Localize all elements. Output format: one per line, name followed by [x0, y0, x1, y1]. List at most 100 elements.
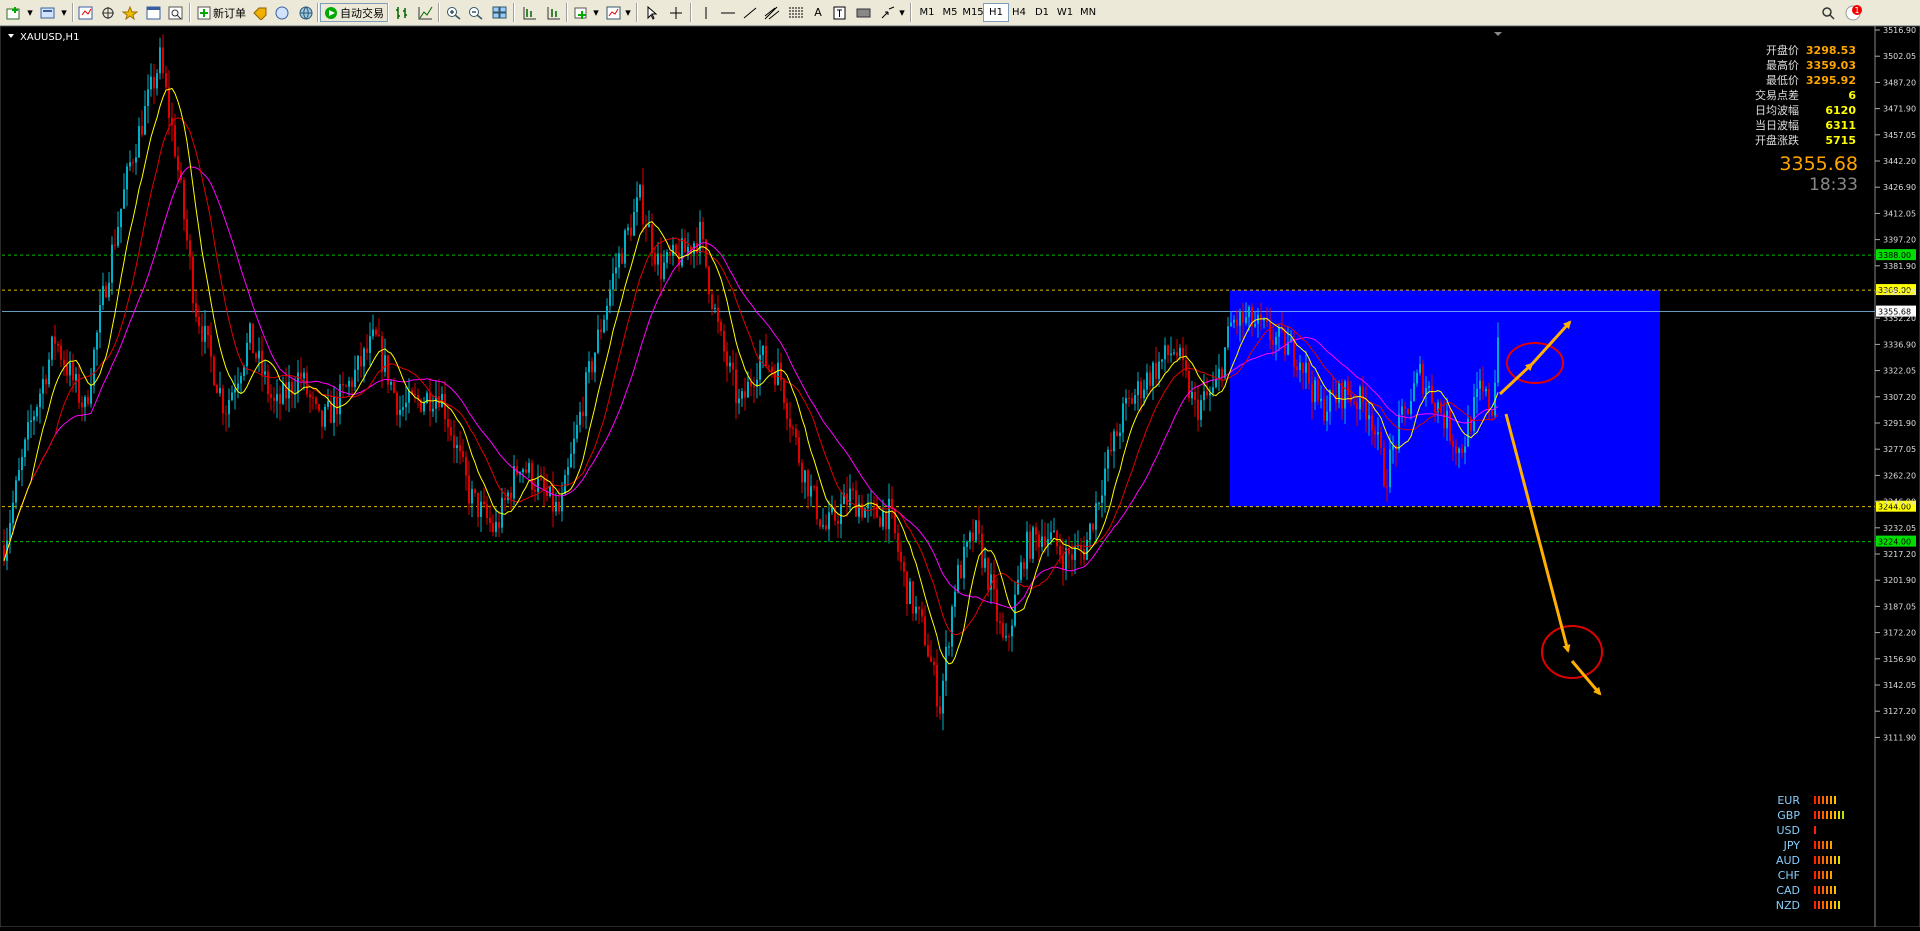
chart-shift-icon[interactable] — [520, 3, 540, 22]
data-window-icon[interactable] — [98, 3, 118, 22]
candle-body — [921, 609, 923, 617]
candle-body — [1203, 391, 1205, 401]
candle-body — [1134, 395, 1136, 404]
currency-name: EUR — [1777, 794, 1800, 807]
horizontal-line-icon[interactable] — [718, 3, 738, 22]
candle-body — [717, 307, 719, 322]
candle-body — [855, 490, 857, 517]
candle-body — [99, 305, 101, 333]
zoom-in-icon[interactable] — [444, 3, 464, 22]
strength-bar — [1834, 796, 1836, 804]
search-icon[interactable] — [1818, 3, 1838, 22]
vertical-line-icon[interactable] — [696, 3, 716, 22]
candle-body — [198, 316, 200, 327]
timeframe-mn-button[interactable]: MN — [1075, 3, 1101, 22]
candle-body — [777, 362, 779, 385]
text-label-icon[interactable] — [830, 3, 850, 22]
candle-body — [1230, 322, 1232, 327]
candle-body — [879, 517, 881, 527]
market-watch-icon[interactable] — [76, 3, 96, 22]
strength-bar — [1834, 811, 1836, 819]
indicators-icon[interactable] — [572, 3, 592, 22]
cursor-icon[interactable] — [642, 3, 662, 22]
price-axis-label: 3246.90 — [1883, 498, 1916, 507]
candle-body — [525, 469, 527, 473]
text-tool-icon[interactable]: A — [808, 3, 828, 22]
chevron-down-icon[interactable]: ▾ — [622, 3, 634, 22]
candle-body — [831, 507, 833, 513]
rectangle-tool-icon[interactable] — [854, 3, 874, 22]
trendline-icon[interactable] — [740, 3, 760, 22]
candle-body — [282, 382, 284, 404]
candle-body — [1197, 399, 1199, 420]
fibonacci-icon[interactable] — [786, 3, 806, 22]
price-axis-label: 3217.20 — [1883, 550, 1916, 559]
arrows-icon[interactable] — [878, 3, 898, 22]
chevron-down-icon[interactable]: ▾ — [896, 3, 908, 22]
candle-body — [132, 162, 134, 164]
candle-body — [1218, 368, 1220, 380]
strength-bar — [1814, 871, 1816, 879]
chevron-down-icon[interactable]: ▾ — [590, 3, 602, 22]
auto-scroll-icon[interactable] — [544, 3, 564, 22]
line-chart-icon[interactable] — [416, 3, 436, 22]
candle-body — [117, 226, 119, 246]
candle-body — [750, 381, 752, 387]
bar-chart-icon[interactable] — [392, 3, 412, 22]
candle-body — [1191, 392, 1193, 399]
candle-body — [807, 470, 809, 497]
tag-icon[interactable] — [250, 3, 270, 22]
navigator-icon[interactable] — [120, 3, 140, 22]
new-order-button[interactable]: 新订单 — [194, 3, 249, 22]
chevron-down-icon[interactable]: ▾ — [24, 3, 36, 22]
strength-bar — [1830, 856, 1832, 864]
candle-body — [1161, 359, 1163, 362]
candle-body — [189, 240, 191, 257]
candle-body — [312, 397, 314, 399]
market-icon[interactable] — [272, 3, 292, 22]
symbol-label: XAUUSD,H1 — [20, 32, 79, 43]
strength-bar — [1814, 841, 1816, 849]
globe-icon[interactable] — [296, 3, 316, 22]
candle-body — [135, 157, 137, 163]
candle-body — [1041, 536, 1043, 548]
candle-body — [1101, 495, 1103, 503]
candle-body — [1149, 372, 1151, 386]
info-value: 3359.03 — [1806, 59, 1856, 72]
candle-body — [300, 372, 302, 379]
tile-windows-icon[interactable] — [490, 3, 510, 22]
candle-body — [1314, 380, 1316, 403]
strength-bar — [1822, 796, 1824, 804]
candle-body — [1263, 319, 1265, 321]
candle-body — [432, 408, 434, 412]
candle-body — [1086, 539, 1088, 560]
candle-body — [969, 532, 971, 542]
candle-body — [993, 574, 995, 590]
templates-icon[interactable] — [604, 3, 624, 22]
candle-body — [429, 392, 431, 412]
strategy-tester-icon[interactable] — [166, 3, 186, 22]
candle-body — [1092, 523, 1094, 530]
candle-body — [1215, 379, 1217, 388]
candle-body — [957, 564, 959, 592]
new-chart-icon[interactable] — [4, 3, 24, 22]
terminal-icon[interactable] — [144, 3, 164, 22]
channel-icon[interactable] — [762, 3, 782, 22]
chevron-down-icon[interactable]: ▾ — [58, 3, 70, 22]
auto-trading-button[interactable]: 自动交易 — [320, 3, 388, 22]
candle-body — [888, 498, 890, 530]
candle-body — [711, 294, 713, 310]
toolbar: ▾ ▾ 新订单 自动交易 ▾ ▾ A ▾ M1 M5 M15 H1 H4 D1 … — [0, 0, 1920, 26]
crosshair-icon[interactable] — [666, 3, 686, 22]
chart-area[interactable]: 3388.00 3368.00 3244.00 3224.00 3355.68 3516… — [0, 25, 1920, 928]
candle-body — [1371, 415, 1373, 431]
info-label: 最高价 — [1766, 58, 1799, 72]
candle-body — [201, 326, 203, 342]
profiles-icon[interactable] — [38, 3, 58, 22]
candle-body — [1053, 530, 1055, 533]
zoom-out-icon[interactable] — [466, 3, 486, 22]
notifications-icon[interactable]: 1 — [1840, 3, 1866, 22]
candle-body — [1431, 385, 1433, 403]
candle-body — [1008, 636, 1010, 638]
candle-body — [1059, 546, 1061, 556]
